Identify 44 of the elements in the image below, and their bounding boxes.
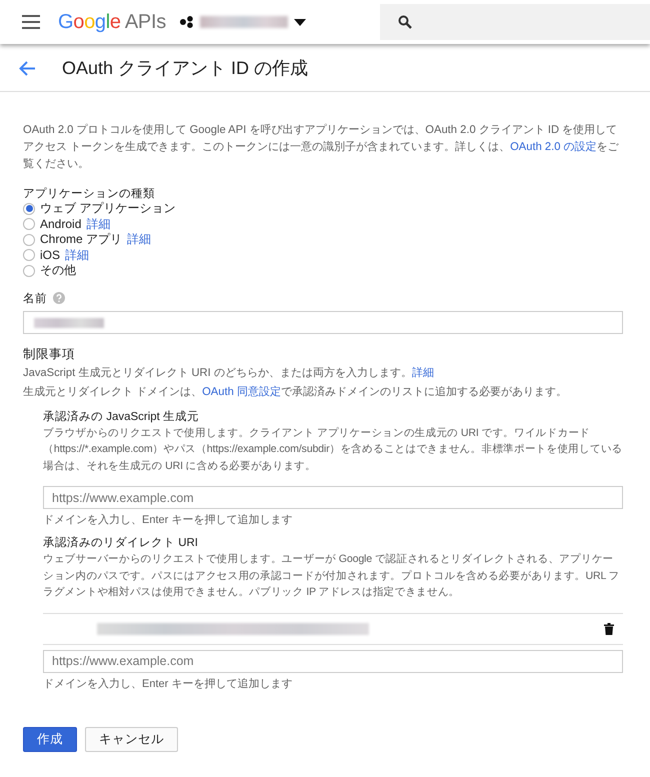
radio-label[interactable]: Android xyxy=(40,217,82,232)
menu-icon[interactable] xyxy=(22,15,40,29)
trash-icon[interactable] xyxy=(604,622,614,634)
help-icon[interactable] xyxy=(53,292,65,304)
product-logo[interactable]: Google APIs xyxy=(58,10,166,34)
search-field[interactable] xyxy=(380,4,650,40)
blurred-name-value xyxy=(34,318,104,328)
hint-text: ドメインを入力し、Enter キーを押して追加します xyxy=(43,513,294,527)
radio-button[interactable] xyxy=(23,202,35,215)
radio-label[interactable]: その他 xyxy=(40,262,76,280)
field-label: 名前 xyxy=(23,292,47,306)
back-arrow-icon[interactable] xyxy=(19,60,36,76)
intro-text: OAuth 2.0 プロトコルを使用して Google API を呼び出すアプリケーションでは、OAuth 2.0 クライアント ID を使用してアクセス トークンを生成できます。このトークンには一意の識別子が含まれています。詳しくは、OAuth 2.0 の設定をご覧ください。 xyxy=(23,122,620,172)
radio-button[interactable] xyxy=(23,234,35,246)
info-text: JavaScript 生成元とリダイレクト URI のどちらか、または両方を入力します。詳細 xyxy=(23,366,435,380)
page-title: OAuth クライアント ID の作成 xyxy=(62,57,308,80)
info-text: 生成元とリダイレクト ドメインは、OAuth 同意設定で承認済みドメインのリストに追加する必要があります。 xyxy=(23,384,568,400)
primary-button[interactable]: 作成 xyxy=(23,726,77,752)
radio-label[interactable]: Chrome アプリ xyxy=(40,231,122,248)
link[interactable]: 詳細 xyxy=(65,246,90,264)
link[interactable]: 詳細 xyxy=(412,366,434,378)
field-label: アプリケーションの種類 xyxy=(23,187,156,201)
radio-button[interactable] xyxy=(23,264,35,277)
subsection-title: 承認済みの JavaScript 生成元 xyxy=(43,410,200,424)
dropdown-caret-icon xyxy=(294,18,306,26)
link[interactable]: 詳細 xyxy=(127,231,152,248)
project-selector[interactable] xyxy=(180,16,306,28)
link[interactable]: OAuth 2.0 の設定 xyxy=(510,141,597,153)
radio-label[interactable]: iOS xyxy=(40,248,60,262)
radio-button[interactable] xyxy=(23,218,35,230)
radio-label[interactable]: ウェブ アプリケーション xyxy=(40,200,176,218)
uri-input[interactable]: https://www.example.com xyxy=(44,487,622,508)
secondary-button[interactable]: キャンセル xyxy=(85,726,178,752)
link[interactable]: 詳細 xyxy=(86,216,110,233)
hint-text: ドメインを入力し、Enter キーを押して追加します xyxy=(43,676,294,690)
link[interactable]: OAuth 同意設定 xyxy=(202,386,281,398)
radio-button[interactable] xyxy=(23,249,35,262)
search-icon xyxy=(398,15,412,29)
description-text: ブラウザからのリクエストで使用します。クライアント アプリケーションの生成元の URI です。ワイルドカード（https://*.example.com）やパス（https://example.com/subdir）を含めることはできません。非標準ポートを使用している場合は、それを生成元の URI に含める必要があります。 xyxy=(43,426,623,474)
subsection-title: 承認済みのリダイレクト URI xyxy=(43,536,199,551)
uri-input[interactable]: https://www.example.com xyxy=(44,650,622,672)
section-title: 制限事項 xyxy=(23,346,76,362)
description-text: ウェブサーバーからのリクエストで使用します。ユーザーが Google で認証されるとリダイレクトされる、アプリケーション内のパスです。パスにはアクセス用の承認コードが付加されます。プロトコルを含める必要があります。URL フラグメントや相対パスは使用できません。パブリック IP アドレスは指定できません。 xyxy=(43,552,620,600)
project-icon xyxy=(180,16,194,28)
